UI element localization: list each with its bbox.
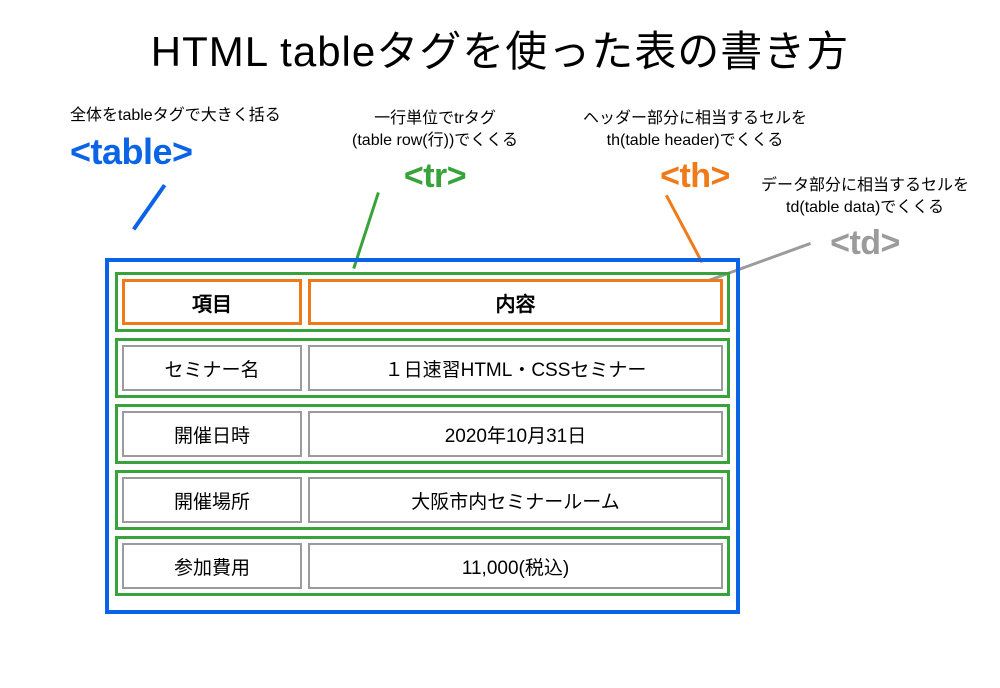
td-value: 11,000(税込) bbox=[308, 543, 723, 589]
annotation-tr-text1: 一行単位でtrタグ bbox=[320, 108, 550, 130]
td-label: セミナー名 bbox=[122, 345, 302, 391]
td-label: 開催日時 bbox=[122, 411, 302, 457]
annotation-tr: 一行単位でtrタグ (table row(行))でくくる <tr> bbox=[320, 108, 550, 196]
table-outline: 項目 内容 セミナー名 １日速習HTML・CSSセミナー 開催日時 2020年1… bbox=[105, 258, 740, 614]
table-row: 開催場所 大阪市内セミナールーム bbox=[115, 470, 730, 530]
annotation-th-text1: ヘッダー部分に相当するセルを bbox=[555, 108, 835, 130]
table-header-row: 項目 内容 bbox=[115, 272, 730, 332]
tag-table-label: <table> bbox=[70, 131, 330, 173]
td-value: 2020年10月31日 bbox=[308, 411, 723, 457]
annotation-table: 全体をtableタグで大きく括る <table> bbox=[70, 105, 330, 173]
th-col1: 項目 bbox=[122, 279, 302, 325]
annotation-td-text2: td(table data)でくくる bbox=[750, 197, 980, 219]
annotation-th-text2: th(table header)でくくる bbox=[555, 130, 835, 152]
td-value: １日速習HTML・CSSセミナー bbox=[308, 345, 723, 391]
connector-table bbox=[132, 184, 166, 231]
annotation-td: データ部分に相当するセルを td(table data)でくくる <td> bbox=[750, 175, 980, 263]
td-label: 開催場所 bbox=[122, 477, 302, 523]
annotation-tr-text2: (table row(行))でくくる bbox=[320, 130, 550, 152]
tag-td-label: <td> bbox=[750, 224, 980, 263]
table-row: 参加費用 11,000(税込) bbox=[115, 536, 730, 596]
tag-tr-label: <tr> bbox=[320, 157, 550, 196]
page-title: HTML tableタグを使った表の書き方 bbox=[0, 0, 1000, 79]
table-row: セミナー名 １日速習HTML・CSSセミナー bbox=[115, 338, 730, 398]
annotation-td-text1: データ部分に相当するセルを bbox=[750, 175, 980, 197]
table-row: 開催日時 2020年10月31日 bbox=[115, 404, 730, 464]
connector-th bbox=[665, 195, 703, 264]
td-value: 大阪市内セミナールーム bbox=[308, 477, 723, 523]
th-col2: 内容 bbox=[308, 279, 723, 325]
td-label: 参加費用 bbox=[122, 543, 302, 589]
annotation-table-text: 全体をtableタグで大きく括る bbox=[70, 105, 330, 127]
